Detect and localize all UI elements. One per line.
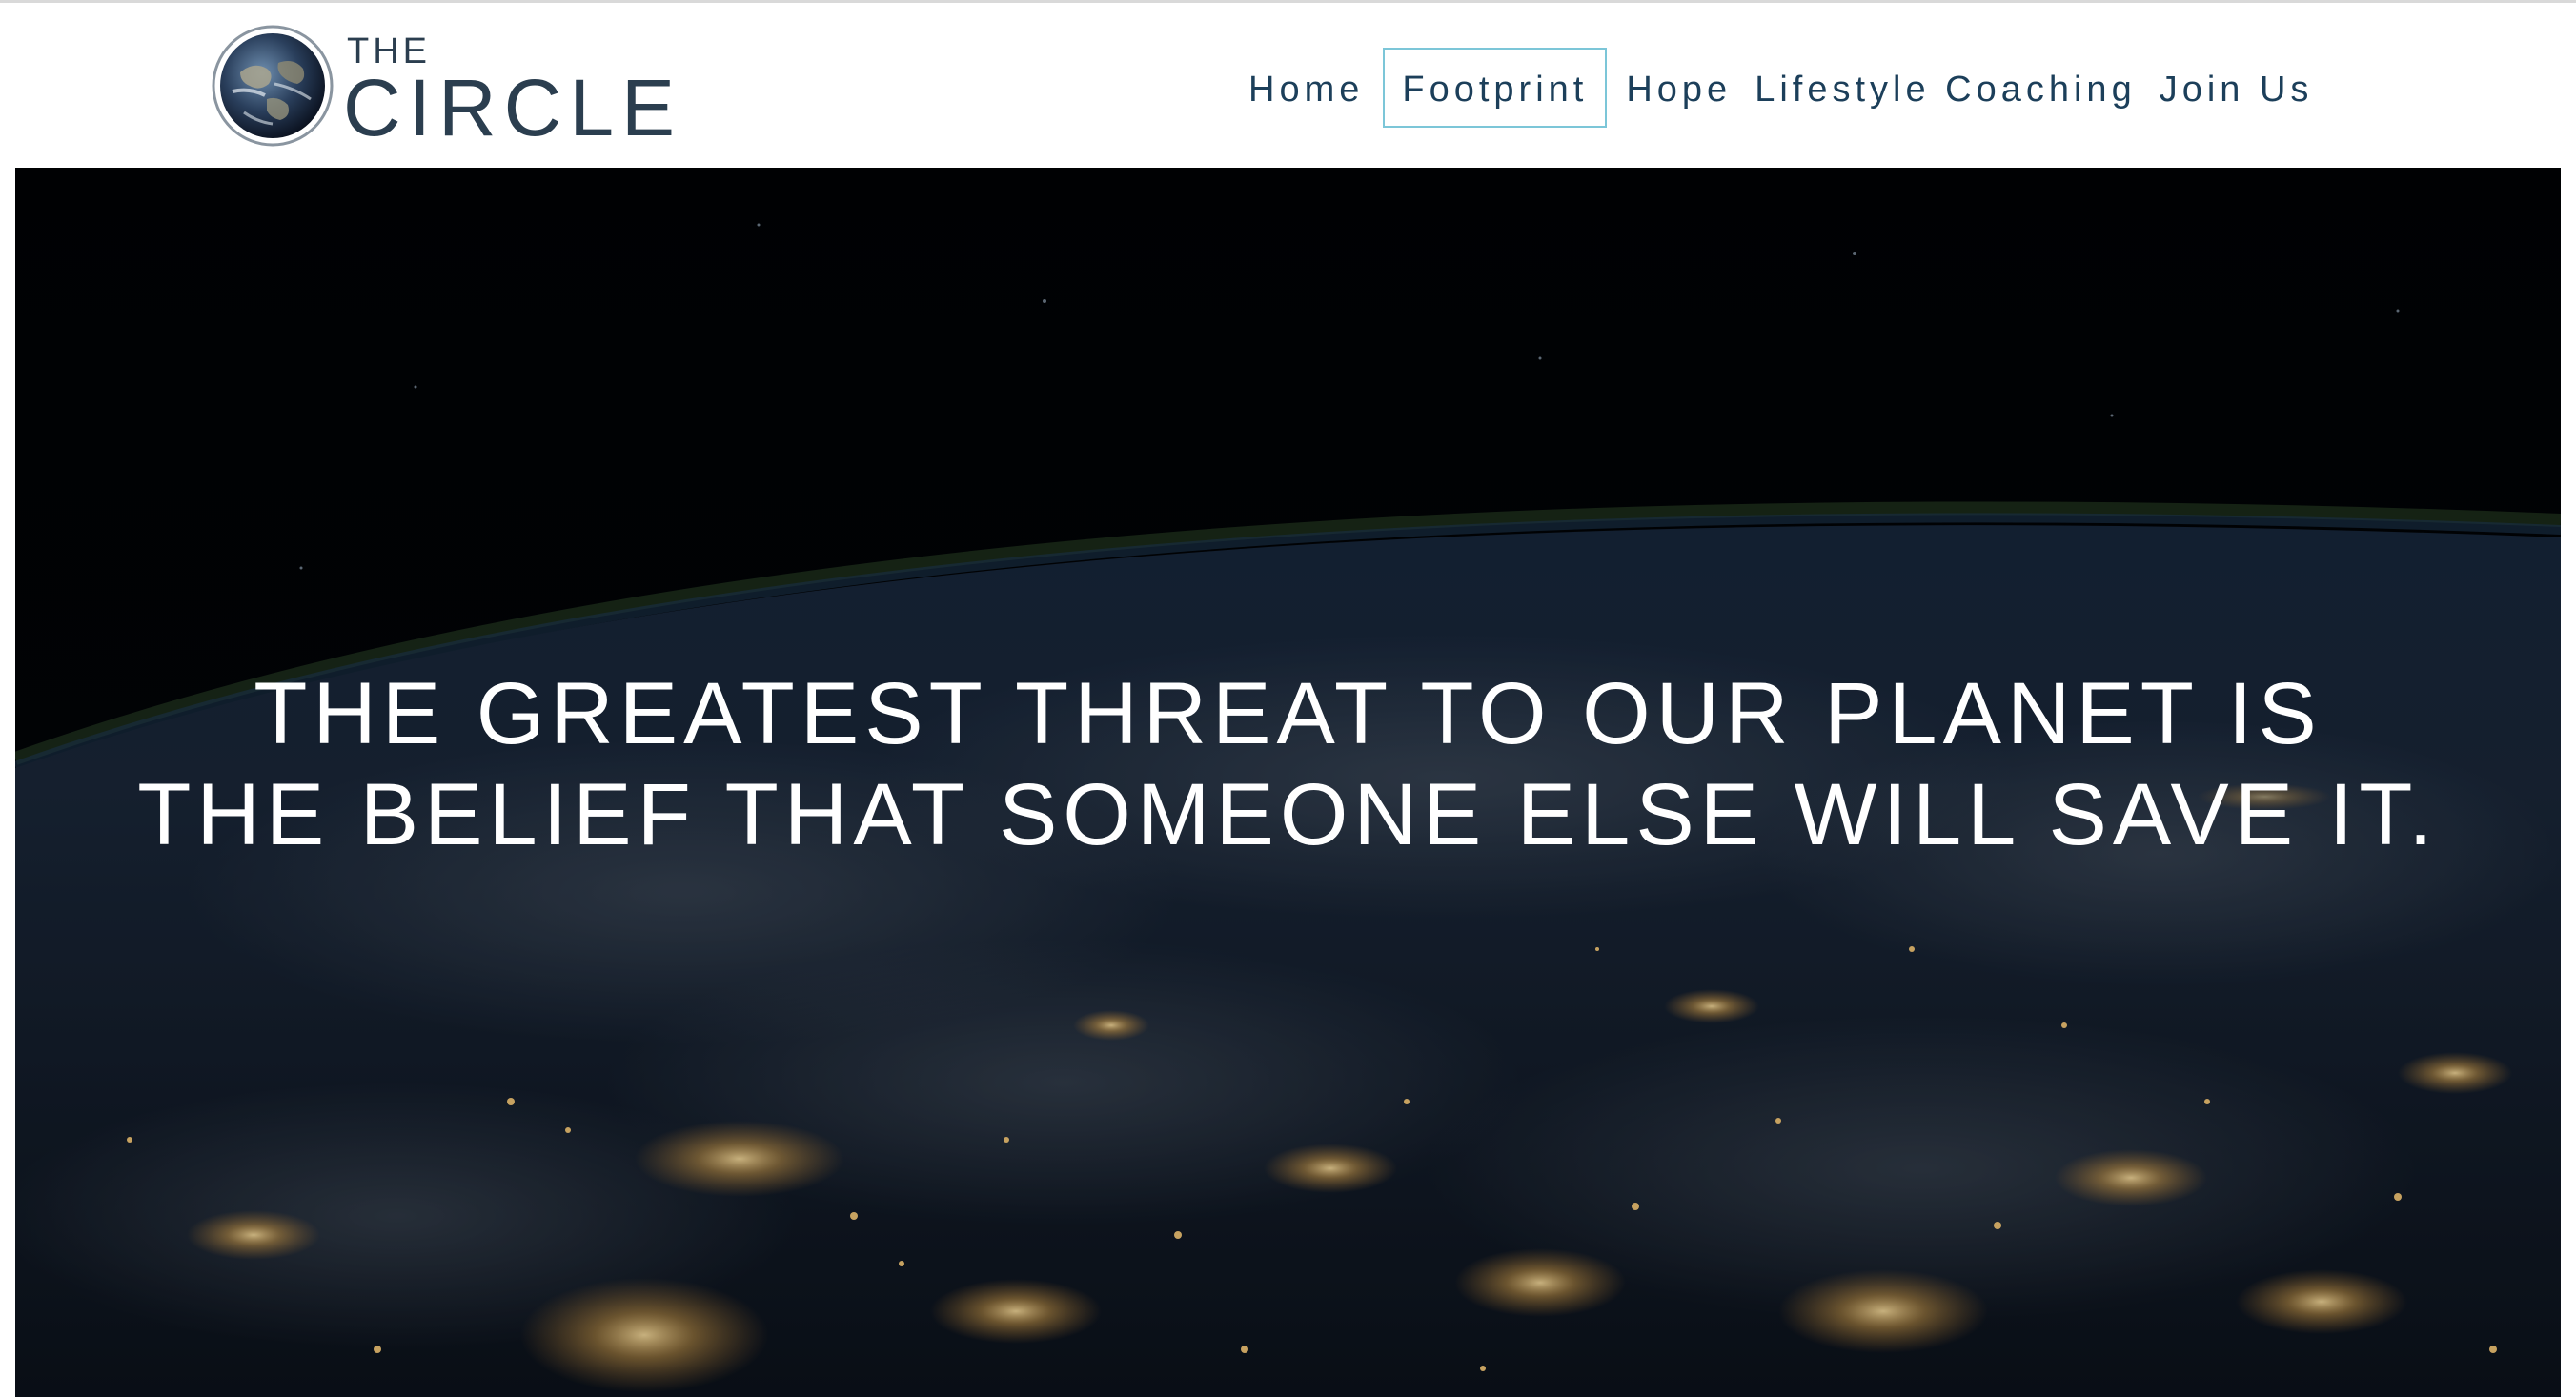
hero-banner: THE GREATEST THREAT TO OUR PLANET IS THE…: [15, 168, 2561, 1397]
page: THE CIRCLE Home Footprint Hope Lifestyle…: [0, 0, 2576, 1397]
logo-text-circle: CIRCLE: [343, 63, 683, 152]
main-nav: Home Footprint Hope Lifestyle Coaching J…: [1229, 46, 2332, 130]
hero-quote: THE GREATEST THREAT TO OUR PLANET IS THE…: [15, 663, 2561, 865]
nav-item-footprint[interactable]: Footprint: [1383, 48, 1608, 128]
nav-item-hope[interactable]: Hope: [1607, 48, 1743, 128]
site-logo[interactable]: THE CIRCLE: [212, 22, 688, 155]
hero-quote-line-2: THE BELIEF THAT SOMEONE ELSE WILL SAVE I…: [137, 766, 2439, 863]
nav-item-home[interactable]: Home: [1229, 48, 1383, 128]
site-header: THE CIRCLE Home Footprint Hope Lifestyle…: [0, 3, 2576, 168]
nav-item-lifestyle-coaching[interactable]: Lifestyle Coaching: [1743, 48, 2148, 128]
earth-globe-icon: [212, 25, 334, 147]
hero-quote-line-1: THE GREATEST THREAT TO OUR PLANET IS: [254, 665, 2322, 762]
nav-item-join-us[interactable]: Join Us: [2148, 48, 2333, 128]
